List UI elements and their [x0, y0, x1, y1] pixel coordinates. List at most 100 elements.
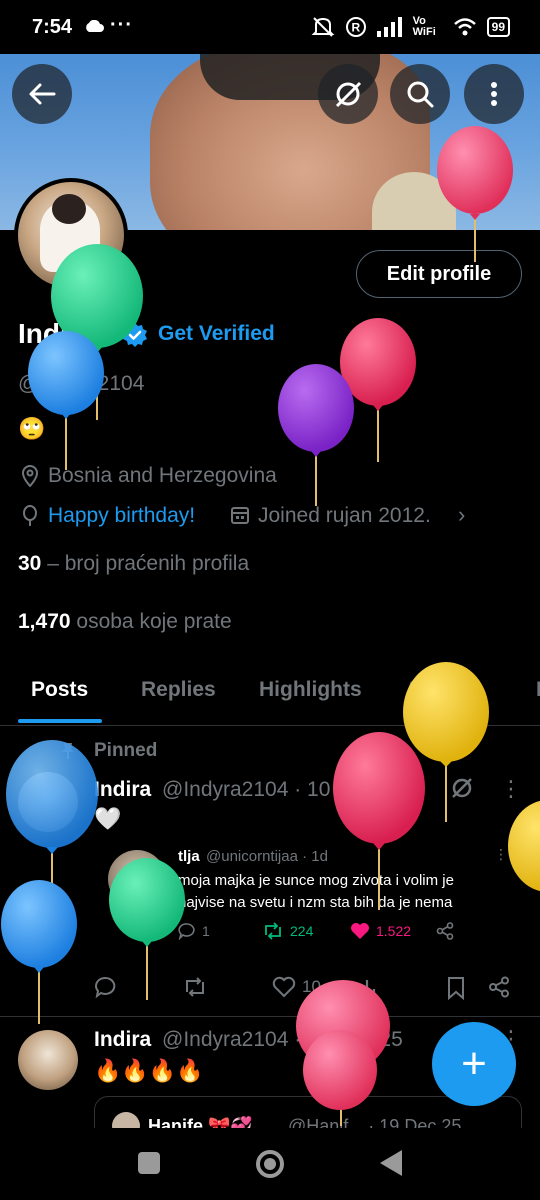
- following-stat[interactable]: 30 – broj praćenih profila: [18, 552, 249, 576]
- views-action[interactable]: [356, 976, 378, 998]
- tab-replies[interactable]: Replies: [141, 678, 216, 702]
- like-action[interactable]: 10: [272, 976, 321, 998]
- quoted-text: moja majka je sunce mog zivota i volim j…: [178, 872, 454, 911]
- post-avatar[interactable]: [18, 1030, 78, 1090]
- arrow-left-icon: [29, 83, 56, 105]
- profile-handle: @Indyra2104: [18, 372, 145, 395]
- grok-icon: [335, 81, 362, 108]
- bookmark-icon: [448, 977, 464, 1000]
- reply-icon: [95, 976, 116, 998]
- post-text: 🤍: [94, 806, 122, 831]
- followers-label: osoba koje prate: [70, 610, 232, 633]
- quoted-reply-action[interactable]: 1: [178, 922, 210, 940]
- more-vertical-icon: [491, 82, 497, 106]
- share-action[interactable]: [488, 976, 510, 998]
- calendar-icon: [231, 507, 249, 524]
- recent-apps-button[interactable]: [138, 1152, 160, 1174]
- reply-action[interactable]: [94, 976, 118, 998]
- quoted-repost-count: 224: [290, 923, 314, 939]
- quoted-avatar[interactable]: [108, 850, 166, 908]
- followers-stat[interactable]: 1,470 osoba koje prate: [18, 610, 232, 634]
- cloud-icon: [86, 20, 104, 32]
- post-more-icon[interactable]: ⋮: [500, 776, 522, 802]
- chevron-right-icon[interactable]: ›: [458, 502, 465, 528]
- profile-avatar[interactable]: [14, 178, 128, 292]
- balloon-purple-mid: [278, 364, 354, 506]
- location-pin-icon: [21, 465, 39, 487]
- birthday-link[interactable]: Happy birthday!: [48, 504, 195, 528]
- grok-button[interactable]: [318, 64, 378, 124]
- vowifi-label: Vo WiFi: [412, 15, 436, 38]
- tab-articles[interactable]: Articles: [405, 678, 482, 702]
- quoted-meta: @unicorntijaa · 1d: [206, 848, 328, 865]
- search-button[interactable]: [390, 64, 450, 124]
- quoted-share-action[interactable]: [436, 922, 454, 940]
- profile-location: Bosnia and Herzegovina: [48, 464, 277, 487]
- repost-icon: [186, 977, 204, 997]
- status-time: 7:54: [32, 16, 73, 38]
- reply-icon: [178, 923, 195, 940]
- quoted-repost-action[interactable]: 224: [262, 922, 313, 940]
- post-avatar[interactable]: [18, 772, 78, 832]
- pin-icon: [62, 743, 74, 759]
- balloon-yellow-edge: [508, 800, 540, 892]
- plus-icon: +: [461, 1039, 487, 1088]
- status-more-icon: ···: [110, 14, 133, 36]
- quoted-author-name[interactable]: tlja: [178, 848, 200, 865]
- svg-text:R: R: [351, 21, 360, 35]
- edit-profile-button[interactable]: Edit profile: [356, 250, 522, 298]
- verified-badge-icon[interactable]: [122, 322, 148, 348]
- heart-icon: [272, 976, 296, 998]
- pinned-label: Pinned: [94, 740, 158, 761]
- search-icon: [407, 81, 434, 108]
- balloon-blue-left: [28, 331, 104, 470]
- share-icon: [489, 976, 509, 998]
- grok-icon[interactable]: [450, 776, 474, 800]
- repost-icon: [265, 922, 281, 940]
- tab-posts[interactable]: Posts: [31, 678, 88, 702]
- quoted-like-count: 1.522: [376, 923, 412, 939]
- balloon-red-mid: [340, 318, 416, 462]
- post-divider: [0, 1016, 540, 1017]
- profile-bio: 🙄: [18, 416, 46, 441]
- back-button[interactable]: [12, 64, 72, 124]
- profile-tabs: Posts Replies Highlights Articles M: [0, 660, 540, 726]
- post-text: 🔥🔥🔥🔥: [94, 1058, 204, 1083]
- profile-joined-date: Joined rujan 2012.: [258, 504, 431, 527]
- following-count: 30: [18, 552, 42, 575]
- post-author-name[interactable]: Indira: [94, 1028, 151, 1052]
- followers-count: 1,470: [18, 610, 71, 633]
- status-right: R Vo WiFi 99: [311, 16, 510, 38]
- balloon-icon: [23, 505, 37, 526]
- back-nav-button[interactable]: [380, 1150, 402, 1176]
- profile-name: Indira: [18, 318, 95, 349]
- like-count: 10: [302, 977, 321, 996]
- battery-icon: 99: [486, 17, 510, 37]
- compose-button[interactable]: +: [432, 1022, 516, 1106]
- quoted-like-action[interactable]: 1.522: [350, 922, 411, 940]
- balloon-blue-lower: [1, 880, 77, 1024]
- avatar-photo-hair: [52, 194, 86, 224]
- more-button[interactable]: [464, 64, 524, 124]
- heart-filled-icon: [351, 923, 369, 939]
- registered-icon: R: [345, 17, 366, 37]
- post-author-name[interactable]: Indira: [94, 778, 151, 802]
- home-button[interactable]: [256, 1150, 284, 1178]
- quoted-more-icon[interactable]: ⋮: [494, 846, 508, 863]
- repost-action[interactable]: [182, 976, 208, 998]
- quoted-reply-count: 1: [202, 923, 210, 939]
- bookmark-action[interactable]: [446, 976, 466, 1000]
- share-icon: [436, 922, 454, 940]
- status-bar: 7:54 ··· R Vo WiFi 99: [0, 0, 540, 54]
- views-icon: [358, 980, 376, 996]
- wifi-icon: [453, 18, 476, 36]
- post-meta: @Indyra2104 · 10 May 22: [162, 778, 406, 801]
- get-verified-link[interactable]: Get Verified: [158, 322, 275, 346]
- signal-icon: [376, 17, 402, 37]
- tab-highlights[interactable]: Highlights: [259, 678, 362, 702]
- mute-icon: [311, 17, 335, 37]
- following-label: – broj praćenih profila: [41, 552, 250, 575]
- active-tab-indicator: [18, 719, 102, 723]
- post-meta: @Indyra2104 · 19 Dec 25: [162, 1028, 403, 1051]
- tab-media[interactable]: M: [536, 678, 540, 702]
